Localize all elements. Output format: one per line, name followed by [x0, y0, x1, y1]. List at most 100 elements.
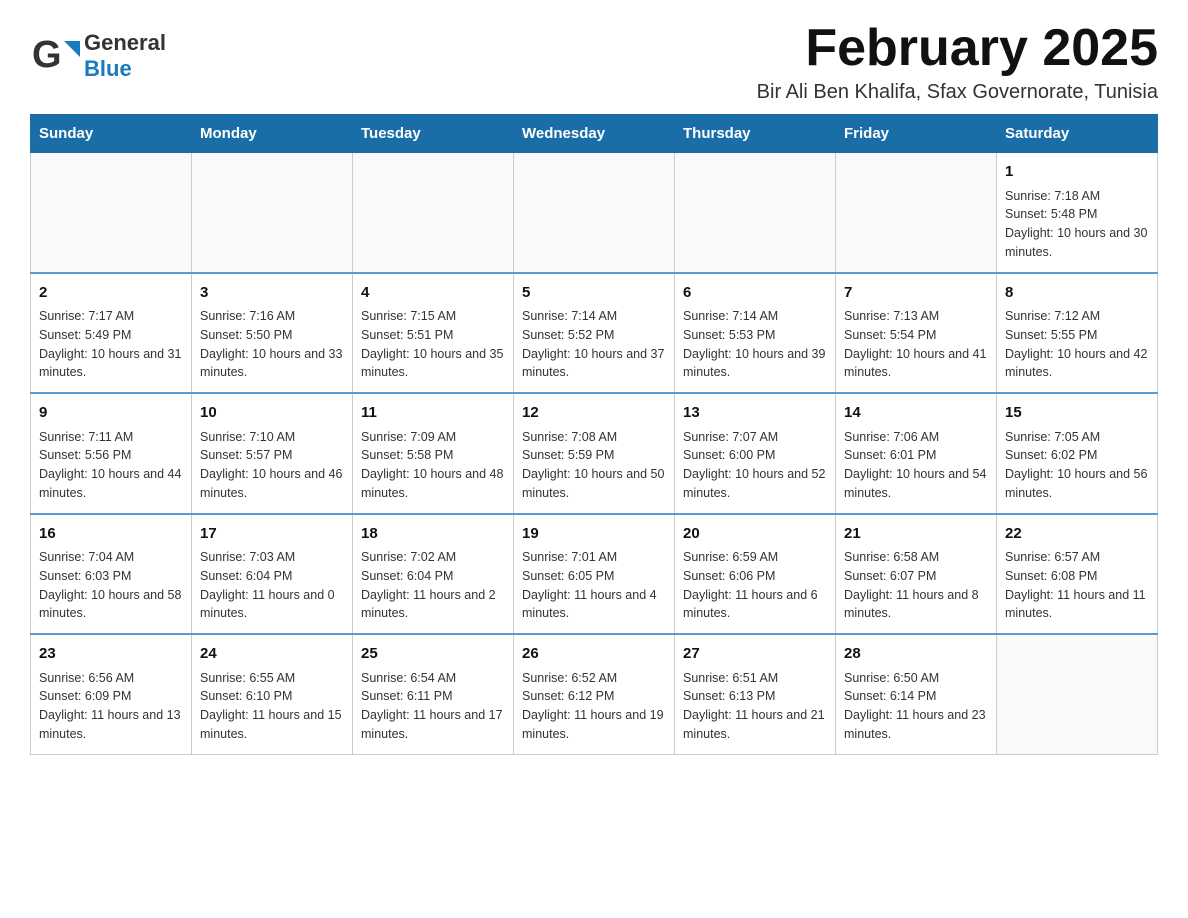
calendar-day-cell: 7Sunrise: 7:13 AMSunset: 5:54 PMDaylight…	[836, 273, 997, 394]
calendar-body: 1 Sunrise: 7:18 AMSunset: 5:48 PMDaylight…	[31, 153, 1158, 755]
day-info: Sunrise: 7:02 AMSunset: 6:04 PMDaylight:…	[361, 548, 505, 623]
col-monday: Monday	[192, 115, 353, 153]
day-info: Sunrise: 7:15 AMSunset: 5:51 PMDaylight:…	[361, 307, 505, 382]
calendar-week-row: 23Sunrise: 6:56 AMSunset: 6:09 PMDayligh…	[31, 634, 1158, 754]
logo-svg: G	[30, 31, 80, 81]
day-number: 14	[844, 402, 988, 425]
day-info: Sunrise: 7:05 AMSunset: 6:02 PMDaylight:…	[1005, 428, 1149, 503]
day-info: Sunrise: 7:06 AMSunset: 6:01 PMDaylight:…	[844, 428, 988, 503]
calendar-day-cell: 16Sunrise: 7:04 AMSunset: 6:03 PMDayligh…	[31, 514, 192, 635]
col-saturday: Saturday	[997, 115, 1158, 153]
day-info: Sunrise: 6:56 AMSunset: 6:09 PMDaylight:…	[39, 669, 183, 744]
calendar-day-cell: 23Sunrise: 6:56 AMSunset: 6:09 PMDayligh…	[31, 634, 192, 754]
calendar-week-row: 16Sunrise: 7:04 AMSunset: 6:03 PMDayligh…	[31, 514, 1158, 635]
col-thursday: Thursday	[675, 115, 836, 153]
day-info: Sunrise: 6:51 AMSunset: 6:13 PMDaylight:…	[683, 669, 827, 744]
calendar-day-cell	[192, 153, 353, 273]
calendar-day-cell: 28 Sunrise: 6:50 AMSunset: 6:14 PMDayligh…	[836, 634, 997, 754]
calendar-day-cell: 18Sunrise: 7:02 AMSunset: 6:04 PMDayligh…	[353, 514, 514, 635]
day-info: Sunrise: 7:11 AMSunset: 5:56 PMDaylight:…	[39, 428, 183, 503]
calendar-day-cell	[514, 153, 675, 273]
day-number: 2	[39, 282, 183, 305]
calendar-week-row: 9 Sunrise: 7:11 AMSunset: 5:56 PMDaylight…	[31, 393, 1158, 514]
day-number: 12	[522, 402, 666, 425]
day-number: 5	[522, 282, 666, 305]
calendar-day-cell	[836, 153, 997, 273]
calendar-day-cell: 10Sunrise: 7:10 AMSunset: 5:57 PMDayligh…	[192, 393, 353, 514]
day-number: 1	[1005, 161, 1149, 184]
day-number: 6	[683, 282, 827, 305]
day-info: Sunrise: 7:17 AMSunset: 5:49 PMDaylight:…	[39, 307, 183, 382]
svg-text:G: G	[32, 34, 62, 76]
page-header: G General Blue February 2025 Bir Ali Ben…	[30, 20, 1158, 104]
calendar-day-cell: 27 Sunrise: 6:51 AMSunset: 6:13 PMDayligh…	[675, 634, 836, 754]
calendar-day-cell: 26Sunrise: 6:52 AMSunset: 6:12 PMDayligh…	[514, 634, 675, 754]
day-info: Sunrise: 6:54 AMSunset: 6:11 PMDaylight:…	[361, 669, 505, 744]
calendar-day-cell: 19Sunrise: 7:01 AMSunset: 6:05 PMDayligh…	[514, 514, 675, 635]
day-info: Sunrise: 6:58 AMSunset: 6:07 PMDaylight:…	[844, 548, 988, 623]
day-number: 27	[683, 643, 827, 666]
day-number: 15	[1005, 402, 1149, 425]
day-info: Sunrise: 7:16 AMSunset: 5:50 PMDaylight:…	[200, 307, 344, 382]
day-number: 20	[683, 523, 827, 546]
weekday-header-row: Sunday Monday Tuesday Wednesday Thursday…	[31, 115, 1158, 153]
day-info: Sunrise: 6:52 AMSunset: 6:12 PMDaylight:…	[522, 669, 666, 744]
col-friday: Friday	[836, 115, 997, 153]
logo-general: General	[84, 30, 166, 56]
calendar-day-cell: 5Sunrise: 7:14 AMSunset: 5:52 PMDaylight…	[514, 273, 675, 394]
day-number: 25	[361, 643, 505, 666]
location-subtitle: Bir Ali Ben Khalifa, Sfax Governorate, T…	[757, 81, 1158, 104]
day-info: Sunrise: 6:57 AMSunset: 6:08 PMDaylight:…	[1005, 548, 1149, 623]
day-number: 8	[1005, 282, 1149, 305]
day-info: Sunrise: 7:18 AMSunset: 5:48 PMDaylight:…	[1005, 187, 1149, 262]
calendar-day-cell: 15 Sunrise: 7:05 AMSunset: 6:02 PMDayligh…	[997, 393, 1158, 514]
calendar-day-cell: 14 Sunrise: 7:06 AMSunset: 6:01 PMDayligh…	[836, 393, 997, 514]
day-number: 9	[39, 402, 183, 425]
day-number: 13	[683, 402, 827, 425]
calendar-day-cell: 12 Sunrise: 7:08 AMSunset: 5:59 PMDayligh…	[514, 393, 675, 514]
day-info: Sunrise: 6:59 AMSunset: 6:06 PMDaylight:…	[683, 548, 827, 623]
calendar-day-cell: 17Sunrise: 7:03 AMSunset: 6:04 PMDayligh…	[192, 514, 353, 635]
day-number: 11	[361, 402, 505, 425]
day-info: Sunrise: 7:13 AMSunset: 5:54 PMDaylight:…	[844, 307, 988, 382]
calendar-table: Sunday Monday Tuesday Wednesday Thursday…	[30, 114, 1158, 755]
calendar-week-row: 1 Sunrise: 7:18 AMSunset: 5:48 PMDaylight…	[31, 153, 1158, 273]
day-number: 7	[844, 282, 988, 305]
logo-blue: Blue	[84, 56, 166, 82]
day-info: Sunrise: 7:08 AMSunset: 5:59 PMDaylight:…	[522, 428, 666, 503]
calendar-day-cell: 25 Sunrise: 6:54 AMSunset: 6:11 PMDayligh…	[353, 634, 514, 754]
day-number: 16	[39, 523, 183, 546]
day-info: Sunrise: 7:10 AMSunset: 5:57 PMDaylight:…	[200, 428, 344, 503]
calendar-day-cell	[997, 634, 1158, 754]
calendar-day-cell: 9 Sunrise: 7:11 AMSunset: 5:56 PMDaylight…	[31, 393, 192, 514]
calendar-day-cell: 8Sunrise: 7:12 AMSunset: 5:55 PMDaylight…	[997, 273, 1158, 394]
calendar-day-cell: 11Sunrise: 7:09 AMSunset: 5:58 PMDayligh…	[353, 393, 514, 514]
day-number: 3	[200, 282, 344, 305]
calendar-day-cell: 20Sunrise: 6:59 AMSunset: 6:06 PMDayligh…	[675, 514, 836, 635]
calendar-day-cell: 22Sunrise: 6:57 AMSunset: 6:08 PMDayligh…	[997, 514, 1158, 635]
col-wednesday: Wednesday	[514, 115, 675, 153]
calendar-day-cell: 4Sunrise: 7:15 AMSunset: 5:51 PMDaylight…	[353, 273, 514, 394]
day-number: 19	[522, 523, 666, 546]
month-title: February 2025	[757, 20, 1158, 77]
day-info: Sunrise: 7:03 AMSunset: 6:04 PMDaylight:…	[200, 548, 344, 623]
col-sunday: Sunday	[31, 115, 192, 153]
day-info: Sunrise: 6:55 AMSunset: 6:10 PMDaylight:…	[200, 669, 344, 744]
day-info: Sunrise: 7:04 AMSunset: 6:03 PMDaylight:…	[39, 548, 183, 623]
day-info: Sunrise: 7:01 AMSunset: 6:05 PMDaylight:…	[522, 548, 666, 623]
day-number: 28	[844, 643, 988, 666]
calendar-day-cell: 3Sunrise: 7:16 AMSunset: 5:50 PMDaylight…	[192, 273, 353, 394]
day-number: 18	[361, 523, 505, 546]
logo-icon: G	[30, 31, 80, 81]
day-number: 24	[200, 643, 344, 666]
calendar-day-cell	[675, 153, 836, 273]
day-info: Sunrise: 6:50 AMSunset: 6:14 PMDaylight:…	[844, 669, 988, 744]
calendar-day-cell	[353, 153, 514, 273]
day-number: 21	[844, 523, 988, 546]
title-block: February 2025 Bir Ali Ben Khalifa, Sfax …	[757, 20, 1158, 104]
calendar-week-row: 2Sunrise: 7:17 AMSunset: 5:49 PMDaylight…	[31, 273, 1158, 394]
day-number: 17	[200, 523, 344, 546]
day-info: Sunrise: 7:14 AMSunset: 5:52 PMDaylight:…	[522, 307, 666, 382]
day-info: Sunrise: 7:07 AMSunset: 6:00 PMDaylight:…	[683, 428, 827, 503]
day-info: Sunrise: 7:12 AMSunset: 5:55 PMDaylight:…	[1005, 307, 1149, 382]
